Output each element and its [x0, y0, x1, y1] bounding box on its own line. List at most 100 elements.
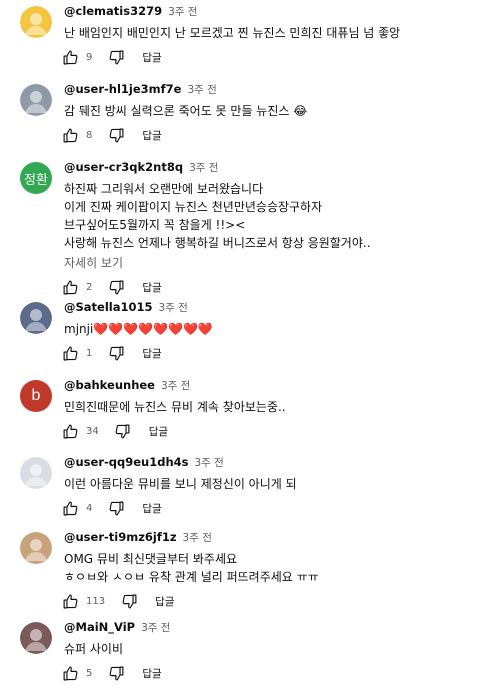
like-button[interactable] — [58, 123, 82, 147]
thumbs-up-icon — [62, 500, 79, 517]
thumbs-up-icon — [62, 593, 79, 610]
like-count: 8 — [86, 129, 93, 141]
reply-button[interactable]: 답글 — [155, 594, 174, 609]
comment-text-line: 민희진때문에 뉴진스 뮤비 계속 찾아보는중.. — [64, 400, 286, 414]
comment-header: @user-ti9mz6jf1z 3주 전 — [64, 530, 212, 548]
read-more-link[interactable]: 자세히 보기 — [64, 254, 123, 271]
comment-header: @user-hl1je3mf7e 3주 전 — [64, 82, 217, 100]
comment-body: 이런 아름다운 뮤비를 보니 제정신이 아니게 되 — [64, 475, 297, 493]
like-button[interactable] — [58, 496, 82, 520]
like-count: 5 — [86, 667, 93, 679]
avatar[interactable]: b — [20, 380, 52, 412]
dislike-button[interactable] — [104, 275, 128, 299]
comment-author[interactable]: @clematis3279 — [64, 4, 162, 18]
comment-time[interactable]: 3주 전 — [189, 160, 218, 175]
like-button[interactable] — [58, 419, 82, 443]
comment-time[interactable]: 3주 전 — [141, 620, 170, 635]
thumbs-down-icon — [108, 127, 125, 144]
like-count: 2 — [86, 281, 93, 293]
comment-author[interactable]: @Satella1015 — [64, 300, 153, 314]
comment-time[interactable]: 3주 전 — [161, 378, 190, 393]
comment-actions: 34 답글 — [58, 419, 168, 443]
reply-button[interactable]: 답글 — [142, 128, 161, 143]
reply-button[interactable]: 답글 — [142, 346, 161, 361]
comment-text-line: 브구싶어도5월까지 꼭 참을게 !!>< — [64, 218, 246, 232]
thumbs-up-icon — [62, 345, 79, 362]
comment-header: @user-qq9eu1dh4s 3주 전 — [64, 455, 224, 473]
comment-actions: 5 답글 — [58, 661, 162, 685]
thumbs-up-icon — [62, 49, 79, 66]
comment-header: @MaiN_ViP 3주 전 — [64, 620, 170, 638]
comment-actions: 8 답글 — [58, 123, 162, 147]
comment-time[interactable]: 3주 전 — [159, 300, 188, 315]
like-button[interactable] — [58, 661, 82, 685]
comment-actions: 113 답글 — [58, 589, 174, 613]
avatar[interactable] — [20, 622, 52, 654]
comment-actions: 4 답글 — [58, 496, 162, 520]
like-count: 34 — [86, 425, 99, 437]
thumbs-down-icon — [108, 500, 125, 517]
comment-author[interactable]: @user-cr3qk2nt8q — [64, 160, 183, 174]
like-button[interactable] — [58, 45, 82, 69]
comment-body: mjnji❤️❤️❤️❤️❤️❤️❤️❤️ — [64, 320, 213, 338]
dislike-button[interactable] — [104, 661, 128, 685]
comment-actions: 1 답글 — [58, 341, 162, 365]
avatar-initials: b — [31, 387, 41, 404]
dislike-button[interactable] — [104, 45, 128, 69]
dislike-button[interactable] — [117, 589, 141, 613]
comment-time[interactable]: 3주 전 — [195, 455, 224, 470]
like-button[interactable] — [58, 589, 82, 613]
comment-text-line: 이런 아름다운 뮤비를 보니 제정신이 아니게 되 — [64, 477, 297, 491]
thumbs-down-icon — [108, 279, 125, 296]
comment-text-line: mjnji❤️❤️❤️❤️❤️❤️❤️❤️ — [64, 322, 213, 336]
thumbs-up-icon — [62, 665, 79, 682]
comment-header: @user-cr3qk2nt8q 3주 전 — [64, 160, 218, 178]
comment-header: @clematis3279 3주 전 — [64, 4, 197, 22]
comment-author[interactable]: @user-qq9eu1dh4s — [64, 455, 189, 469]
avatar[interactable] — [20, 457, 52, 489]
comment-body: OMG 뮤비 최신댓글부터 봐주세요 ㅎㅇㅂ와 ㅅㅇㅂ 유착 관계 널리 퍼뜨려주… — [64, 550, 319, 586]
thumbs-down-icon — [108, 665, 125, 682]
comment-header: @Satella1015 3주 전 — [64, 300, 188, 318]
dislike-button[interactable] — [104, 123, 128, 147]
comment-text-line: 난 배임인지 배민인지 난 모르겠고 찐 뉴진스 민희진 대퓨님 넘 좋앙 — [64, 26, 401, 40]
like-count: 113 — [86, 595, 106, 607]
comment-body: 슈퍼 사이비 — [64, 640, 123, 658]
comment-time[interactable]: 3주 전 — [187, 82, 216, 97]
comment-author[interactable]: @user-hl1je3mf7e — [64, 82, 181, 96]
thumbs-down-icon — [108, 345, 125, 362]
comment-text-line: OMG 뮤비 최신댓글부터 봐주세요 — [64, 552, 238, 566]
avatar[interactable]: 정환 — [20, 162, 52, 194]
dislike-button[interactable] — [104, 496, 128, 520]
comment-author[interactable]: @user-ti9mz6jf1z — [64, 530, 177, 544]
dislike-button[interactable] — [111, 419, 135, 443]
comment-body: 감 뒈진 방씨 실력으론 죽어도 못 만들 뉴진스 😂 — [64, 102, 307, 120]
like-button[interactable] — [58, 275, 82, 299]
reply-button[interactable]: 답글 — [142, 50, 161, 65]
comment-time[interactable]: 3주 전 — [168, 4, 197, 19]
comment-actions: 9 답글 — [58, 45, 162, 69]
comment-text-line: 하진짜 그리워서 오랜만에 보러왔습니다 — [64, 182, 264, 196]
thumbs-up-icon — [62, 127, 79, 144]
like-button[interactable] — [58, 341, 82, 365]
reply-button[interactable]: 답글 — [142, 501, 161, 516]
dislike-button[interactable] — [104, 341, 128, 365]
comment-body: 민희진때문에 뉴진스 뮤비 계속 찾아보는중.. — [64, 398, 286, 416]
like-count: 9 — [86, 51, 93, 63]
like-count: 4 — [86, 502, 93, 514]
reply-button[interactable]: 답글 — [142, 280, 161, 295]
reply-button[interactable]: 답글 — [142, 666, 161, 681]
comment-body: 하진짜 그리워서 오랜만에 보러왔습니다이게 진짜 케이팝이지 뉴진스 천년만년… — [64, 180, 371, 252]
avatar[interactable] — [20, 6, 52, 38]
comment-text-line: 감 뒈진 방씨 실력으론 죽어도 못 만들 뉴진스 😂 — [64, 104, 308, 118]
comment-text-line: 이게 진짜 케이팝이지 뉴진스 천년만년승승장구하자 — [64, 200, 323, 214]
comment-author[interactable]: @bahkeunhee — [64, 378, 155, 392]
reply-button[interactable]: 답글 — [149, 424, 168, 439]
comment-time[interactable]: 3주 전 — [183, 530, 212, 545]
comment-author[interactable]: @MaiN_ViP — [64, 620, 135, 634]
thumbs-down-icon — [108, 49, 125, 66]
avatar[interactable] — [20, 84, 52, 116]
avatar[interactable] — [20, 532, 52, 564]
avatar[interactable] — [20, 302, 52, 334]
comment-header: @bahkeunhee 3주 전 — [64, 378, 190, 396]
